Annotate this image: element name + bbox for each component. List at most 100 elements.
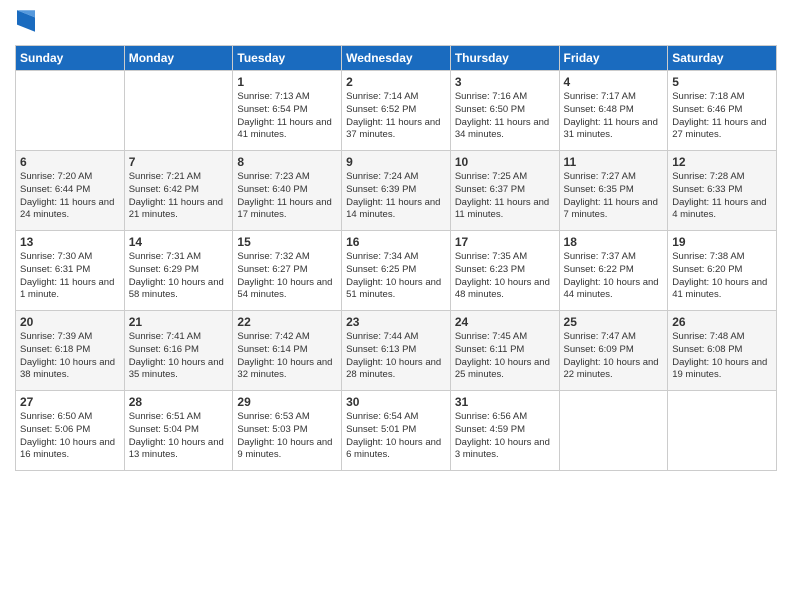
calendar-cell (16, 71, 125, 151)
day-number: 26 (672, 315, 772, 329)
calendar-cell: 12Sunrise: 7:28 AM Sunset: 6:33 PM Dayli… (668, 151, 777, 231)
day-info: Sunrise: 6:51 AM Sunset: 5:04 PM Dayligh… (129, 411, 229, 462)
day-number: 18 (564, 235, 664, 249)
calendar-cell: 29 Sunrise: 6:53 AM Sunset: 5:03 PM Dayli… (233, 391, 342, 471)
calendar-cell: 18 Sunrise: 7:37 AM Sunset: 6:22 PM Dayli… (559, 231, 668, 311)
calendar-cell: 3 Sunrise: 7:16 AM Sunset: 6:50 PM Daylig… (450, 71, 559, 151)
day-info: Sunrise: 7:42 AM Sunset: 6:14 PM Dayligh… (237, 331, 337, 382)
calendar-cell: 14Sunrise: 7:31 AM Sunset: 6:29 PM Dayli… (124, 231, 233, 311)
calendar-header-thursday: Thursday (450, 46, 559, 71)
calendar-cell (668, 391, 777, 471)
day-number: 30 (346, 395, 446, 409)
calendar: SundayMondayTuesdayWednesdayThursdayFrid… (15, 45, 777, 471)
day-info: Sunrise: 7:27 AM Sunset: 6:35 PM Dayligh… (564, 171, 664, 222)
day-number: 31 (455, 395, 555, 409)
day-info: Sunrise: 7:34 AM Sunset: 6:25 PM Dayligh… (346, 251, 446, 302)
day-info: Sunrise: 7:18 AM Sunset: 6:46 PM Dayligh… (672, 91, 772, 142)
day-number: 9 (346, 155, 446, 169)
calendar-week-0: 1 Sunrise: 7:13 AM Sunset: 6:54 PM Daylig… (16, 71, 777, 151)
day-info: Sunrise: 7:28 AM Sunset: 6:33 PM Dayligh… (672, 171, 772, 222)
calendar-cell: 5 Sunrise: 7:18 AM Sunset: 6:46 PM Daylig… (668, 71, 777, 151)
day-number: 19 (672, 235, 772, 249)
day-number: 24 (455, 315, 555, 329)
calendar-week-1: 6 Sunrise: 7:20 AM Sunset: 6:44 PM Daylig… (16, 151, 777, 231)
calendar-cell: 31 Sunrise: 6:56 AM Sunset: 4:59 PM Dayli… (450, 391, 559, 471)
day-number: 2 (346, 75, 446, 89)
day-info: Sunrise: 7:24 AM Sunset: 6:39 PM Dayligh… (346, 171, 446, 222)
day-info: Sunrise: 7:16 AM Sunset: 6:50 PM Dayligh… (455, 91, 555, 142)
day-info: Sunrise: 7:44 AM Sunset: 6:13 PM Dayligh… (346, 331, 446, 382)
calendar-header-wednesday: Wednesday (342, 46, 451, 71)
day-info: Sunrise: 7:38 AM Sunset: 6:20 PM Dayligh… (672, 251, 772, 302)
calendar-header-row: SundayMondayTuesdayWednesdayThursdayFrid… (16, 46, 777, 71)
calendar-cell (124, 71, 233, 151)
day-number: 6 (20, 155, 120, 169)
calendar-cell: 17 Sunrise: 7:35 AM Sunset: 6:23 PM Dayli… (450, 231, 559, 311)
day-number: 5 (672, 75, 772, 89)
day-info: Sunrise: 7:45 AM Sunset: 6:11 PM Dayligh… (455, 331, 555, 382)
calendar-cell: 23 Sunrise: 7:44 AM Sunset: 6:13 PM Dayli… (342, 311, 451, 391)
calendar-cell: 15 Sunrise: 7:32 AM Sunset: 6:27 PM Dayli… (233, 231, 342, 311)
day-number: 22 (237, 315, 337, 329)
calendar-cell (559, 391, 668, 471)
calendar-cell: 22 Sunrise: 7:42 AM Sunset: 6:14 PM Dayli… (233, 311, 342, 391)
calendar-cell: 11 Sunrise: 7:27 AM Sunset: 6:35 PM Dayli… (559, 151, 668, 231)
page: SundayMondayTuesdayWednesdayThursdayFrid… (0, 0, 792, 612)
day-number: 4 (564, 75, 664, 89)
day-info: Sunrise: 7:21 AM Sunset: 6:42 PM Dayligh… (129, 171, 229, 222)
day-number: 1 (237, 75, 337, 89)
day-info: Sunrise: 7:25 AM Sunset: 6:37 PM Dayligh… (455, 171, 555, 222)
calendar-header-sunday: Sunday (16, 46, 125, 71)
day-number: 21 (129, 315, 229, 329)
calendar-header-saturday: Saturday (668, 46, 777, 71)
calendar-cell: 25Sunrise: 7:47 AM Sunset: 6:09 PM Dayli… (559, 311, 668, 391)
day-info: Sunrise: 7:39 AM Sunset: 6:18 PM Dayligh… (20, 331, 120, 382)
day-info: Sunrise: 7:48 AM Sunset: 6:08 PM Dayligh… (672, 331, 772, 382)
calendar-cell: 9 Sunrise: 7:24 AM Sunset: 6:39 PM Daylig… (342, 151, 451, 231)
day-info: Sunrise: 7:23 AM Sunset: 6:40 PM Dayligh… (237, 171, 337, 222)
day-number: 7 (129, 155, 229, 169)
calendar-cell: 16Sunrise: 7:34 AM Sunset: 6:25 PM Dayli… (342, 231, 451, 311)
day-info: Sunrise: 7:47 AM Sunset: 6:09 PM Dayligh… (564, 331, 664, 382)
day-info: Sunrise: 6:53 AM Sunset: 5:03 PM Dayligh… (237, 411, 337, 462)
calendar-cell: 26 Sunrise: 7:48 AM Sunset: 6:08 PM Dayli… (668, 311, 777, 391)
calendar-cell: 28 Sunrise: 6:51 AM Sunset: 5:04 PM Dayli… (124, 391, 233, 471)
day-info: Sunrise: 6:50 AM Sunset: 5:06 PM Dayligh… (20, 411, 120, 462)
calendar-cell: 21 Sunrise: 7:41 AM Sunset: 6:16 PM Dayli… (124, 311, 233, 391)
calendar-cell: 7 Sunrise: 7:21 AM Sunset: 6:42 PM Daylig… (124, 151, 233, 231)
day-number: 10 (455, 155, 555, 169)
calendar-header-monday: Monday (124, 46, 233, 71)
day-info: Sunrise: 7:37 AM Sunset: 6:22 PM Dayligh… (564, 251, 664, 302)
calendar-cell: 13Sunrise: 7:30 AM Sunset: 6:31 PM Dayli… (16, 231, 125, 311)
calendar-cell: 8Sunrise: 7:23 AM Sunset: 6:40 PM Daylig… (233, 151, 342, 231)
calendar-cell: 10 Sunrise: 7:25 AM Sunset: 6:37 PM Dayli… (450, 151, 559, 231)
calendar-week-2: 13Sunrise: 7:30 AM Sunset: 6:31 PM Dayli… (16, 231, 777, 311)
calendar-week-4: 27Sunrise: 6:50 AM Sunset: 5:06 PM Dayli… (16, 391, 777, 471)
day-info: Sunrise: 7:41 AM Sunset: 6:16 PM Dayligh… (129, 331, 229, 382)
logo (15, 10, 37, 37)
day-info: Sunrise: 7:17 AM Sunset: 6:48 PM Dayligh… (564, 91, 664, 142)
day-info: Sunrise: 7:35 AM Sunset: 6:23 PM Dayligh… (455, 251, 555, 302)
day-number: 14 (129, 235, 229, 249)
day-info: Sunrise: 6:56 AM Sunset: 4:59 PM Dayligh… (455, 411, 555, 462)
day-number: 23 (346, 315, 446, 329)
day-info: Sunrise: 6:54 AM Sunset: 5:01 PM Dayligh… (346, 411, 446, 462)
logo-icon (17, 10, 35, 32)
calendar-cell: 27Sunrise: 6:50 AM Sunset: 5:06 PM Dayli… (16, 391, 125, 471)
day-info: Sunrise: 7:32 AM Sunset: 6:27 PM Dayligh… (237, 251, 337, 302)
calendar-cell: 30 Sunrise: 6:54 AM Sunset: 5:01 PM Dayli… (342, 391, 451, 471)
day-number: 28 (129, 395, 229, 409)
calendar-cell: 19 Sunrise: 7:38 AM Sunset: 6:20 PM Dayli… (668, 231, 777, 311)
header (15, 10, 777, 37)
day-number: 20 (20, 315, 120, 329)
day-info: Sunrise: 7:13 AM Sunset: 6:54 PM Dayligh… (237, 91, 337, 142)
day-info: Sunrise: 7:14 AM Sunset: 6:52 PM Dayligh… (346, 91, 446, 142)
day-info: Sunrise: 7:20 AM Sunset: 6:44 PM Dayligh… (20, 171, 120, 222)
day-number: 29 (237, 395, 337, 409)
calendar-header-friday: Friday (559, 46, 668, 71)
day-number: 15 (237, 235, 337, 249)
day-number: 17 (455, 235, 555, 249)
calendar-cell: 20 Sunrise: 7:39 AM Sunset: 6:18 PM Dayli… (16, 311, 125, 391)
day-number: 3 (455, 75, 555, 89)
day-number: 11 (564, 155, 664, 169)
